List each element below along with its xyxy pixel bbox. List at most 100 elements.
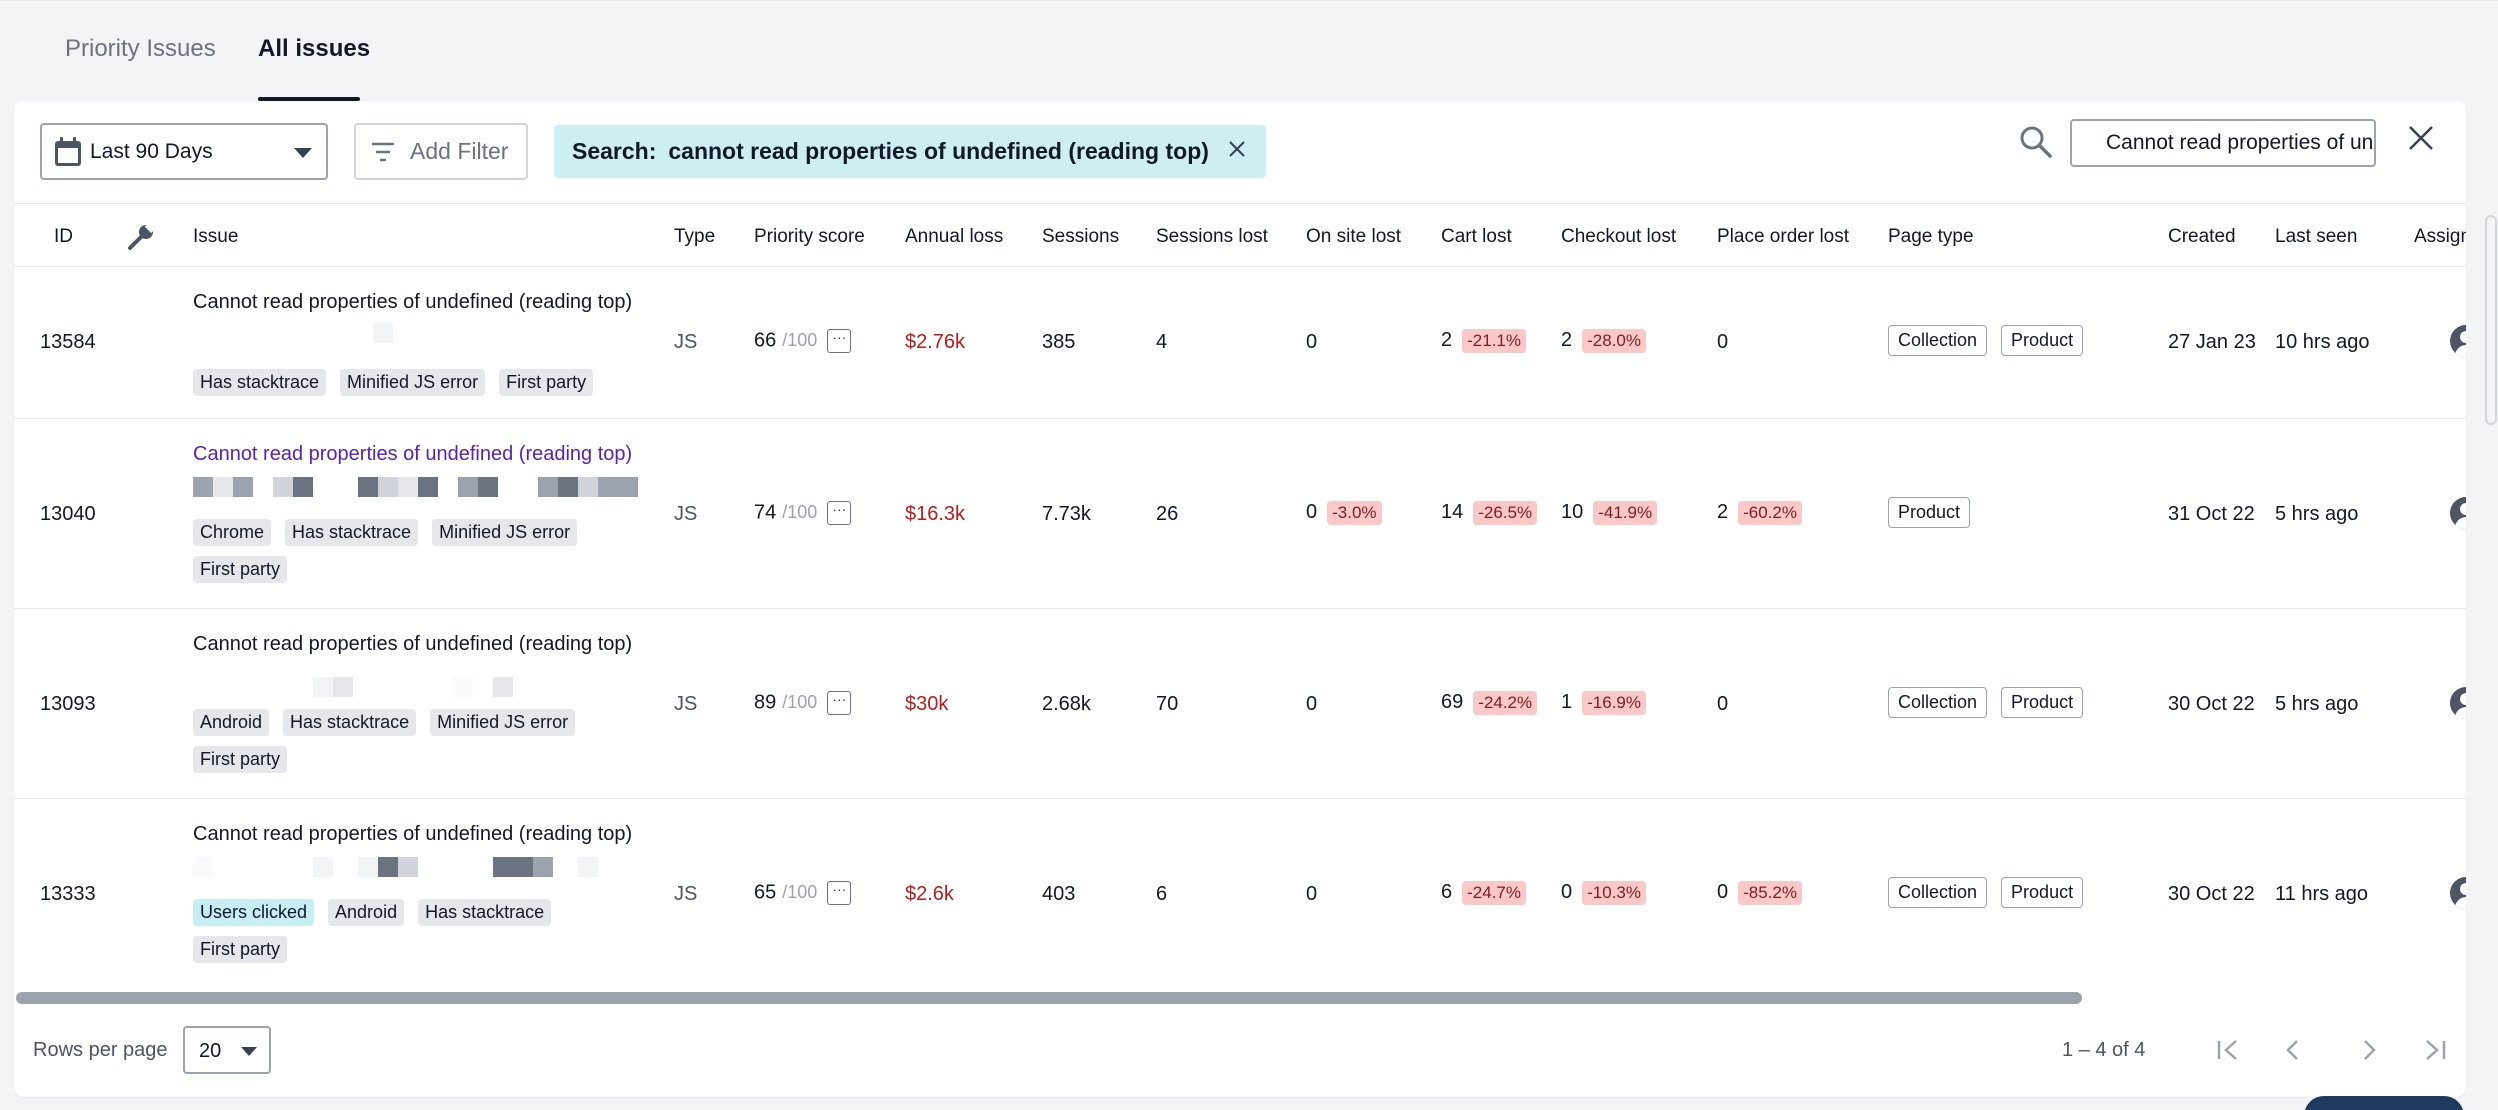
issue-title-link[interactable]: Cannot read properties of undefined (rea… xyxy=(193,443,632,466)
page-type-tag[interactable]: Collection xyxy=(1888,325,1988,356)
user-avatar-icon[interactable] xyxy=(2450,687,2466,719)
column-header-place-order-lost[interactable]: Place order lost xyxy=(1717,226,1849,248)
rows-per-page-select[interactable]: 20 xyxy=(183,1026,271,1074)
cart-lost-value: 69 xyxy=(1441,691,1464,713)
page-type-tag[interactable]: Product xyxy=(2001,687,2084,718)
issue-title-link[interactable]: Cannot read properties of undefined (rea… xyxy=(193,633,632,656)
checkout-lost-pct-badge: -16.9% xyxy=(1582,691,1646,715)
issue-tag[interactable]: First party xyxy=(193,746,288,773)
page-type-tag[interactable]: Product xyxy=(2001,325,2084,356)
page-type-tag[interactable]: Product xyxy=(1888,497,1971,528)
close-icon[interactable] xyxy=(1226,138,1248,160)
page-type-tag[interactable]: Collection xyxy=(1888,877,1988,908)
chevron-down-icon xyxy=(241,1047,257,1056)
stacktrace-preview xyxy=(193,857,653,877)
column-header-page-type[interactable]: Page type xyxy=(1888,226,1974,248)
stacktrace-preview xyxy=(193,323,653,343)
issue-tag[interactable]: Has stacktrace xyxy=(285,519,419,546)
column-header-on-site-lost[interactable]: On site lost xyxy=(1306,226,1401,248)
user-avatar-icon[interactable] xyxy=(2450,497,2466,529)
user-avatar-icon[interactable] xyxy=(2450,877,2466,909)
created-date: 30 Oct 22 xyxy=(2168,883,2255,905)
issue-id: 13093 xyxy=(40,693,96,715)
cart-lost-value: 2 xyxy=(1441,329,1453,351)
issue-tag[interactable]: Has stacktrace xyxy=(418,899,552,926)
created-date: 31 Oct 22 xyxy=(2168,503,2255,525)
issues-card: Last 90 Days Add Filter Search: cannot r… xyxy=(14,101,2466,1097)
issue-title-link[interactable]: Cannot read properties of undefined (rea… xyxy=(193,823,632,846)
prev-page-icon[interactable] xyxy=(2276,1033,2310,1067)
more-icon[interactable]: ··· xyxy=(827,881,852,905)
table-row[interactable]: 13333 Cannot read properties of undefine… xyxy=(14,799,2466,979)
page-type-tag[interactable]: Collection xyxy=(1888,687,1988,718)
add-filter-button[interactable]: Add Filter xyxy=(354,123,528,180)
column-header-assignee[interactable]: Assign xyxy=(2414,226,2466,248)
column-header-created[interactable]: Created xyxy=(2168,226,2236,248)
priority-max: /100 xyxy=(782,882,818,903)
column-header-cart-lost[interactable]: Cart lost xyxy=(1441,226,1512,248)
priority-value: 66 xyxy=(754,329,777,352)
first-page-icon[interactable] xyxy=(2212,1033,2246,1067)
page-type-tag[interactable]: Product xyxy=(2001,877,2084,908)
more-icon[interactable]: ··· xyxy=(827,501,852,525)
table-row[interactable]: 13040 Cannot read properties of undefine… xyxy=(14,419,2466,609)
checkout-lost: 0 -10.3% xyxy=(1561,881,1646,905)
issue-tag[interactable]: Has stacktrace xyxy=(193,369,327,396)
column-header-last-seen[interactable]: Last seen xyxy=(2275,226,2357,248)
search-input[interactable] xyxy=(2070,119,2376,167)
search-chip-value: cannot read properties of undefined (rea… xyxy=(668,138,1209,164)
annual-loss: $30k xyxy=(905,693,949,715)
user-avatar-icon[interactable] xyxy=(2450,325,2466,357)
wrench-icon[interactable] xyxy=(126,222,156,252)
more-icon[interactable]: ··· xyxy=(827,691,852,715)
horizontal-scrollbar[interactable] xyxy=(16,992,2082,1004)
issue-type: JS xyxy=(674,331,698,353)
issue-tag[interactable]: First party xyxy=(193,936,288,963)
tab-all-issues[interactable]: All issues xyxy=(258,35,370,63)
help-launcher-button[interactable] xyxy=(2304,1096,2464,1110)
cart-lost-pct-badge: -24.2% xyxy=(1473,691,1538,715)
close-search-icon[interactable] xyxy=(2406,123,2436,153)
cart-lost-pct-badge: -24.7% xyxy=(1462,881,1526,905)
more-icon[interactable]: ··· xyxy=(827,329,852,353)
vertical-scrollbar[interactable] xyxy=(2485,215,2497,425)
column-header-issue[interactable]: Issue xyxy=(193,226,238,248)
table-row[interactable]: 13584 Cannot read properties of undefine… xyxy=(14,267,2466,419)
issue-tag[interactable]: Minified JS error xyxy=(340,369,486,396)
issue-tag[interactable]: First party xyxy=(193,556,288,583)
cart-lost: 6 -24.7% xyxy=(1441,881,1526,905)
priority-max: /100 xyxy=(782,330,818,351)
search-icon[interactable] xyxy=(2019,125,2053,159)
issue-tag[interactable]: Minified JS error xyxy=(430,709,576,736)
issue-tag[interactable]: Android xyxy=(328,899,405,926)
sessions-lost: 70 xyxy=(1156,693,1179,715)
issue-tag[interactable]: Minified JS error xyxy=(432,519,578,546)
sessions: 2.68k xyxy=(1042,693,1091,715)
column-header-checkout-lost[interactable]: Checkout lost xyxy=(1561,226,1676,248)
issue-tag[interactable]: Users clicked xyxy=(193,899,315,926)
column-header-id[interactable]: ID xyxy=(54,226,73,248)
column-header-sessions-lost[interactable]: Sessions lost xyxy=(1156,226,1268,248)
column-header-type[interactable]: Type xyxy=(674,226,715,248)
column-header-priority[interactable]: Priority score xyxy=(754,226,865,248)
issue-tag[interactable]: Has stacktrace xyxy=(283,709,417,736)
next-page-icon[interactable] xyxy=(2352,1033,2386,1067)
date-range-select[interactable]: Last 90 Days xyxy=(40,123,328,180)
checkout-lost-value: 1 xyxy=(1561,691,1573,713)
search-filter-chip: Search: cannot read properties of undefi… xyxy=(554,125,1266,178)
last-page-icon[interactable] xyxy=(2417,1033,2451,1067)
checkout-lost-pct-badge: -28.0% xyxy=(1582,329,1646,353)
issue-tag[interactable]: Android xyxy=(193,709,270,736)
table-row[interactable]: 13093 Cannot read properties of undefine… xyxy=(14,609,2466,799)
column-header-sessions[interactable]: Sessions xyxy=(1042,226,1119,248)
sessions-lost: 26 xyxy=(1156,503,1179,525)
priority-max: /100 xyxy=(782,692,818,713)
place-order-lost: 0 xyxy=(1717,331,1729,353)
priority-value: 74 xyxy=(754,501,777,524)
issue-title-link[interactable]: Cannot read properties of undefined (rea… xyxy=(193,291,632,314)
issue-tag[interactable]: First party xyxy=(499,369,594,396)
tab-priority-issues[interactable]: Priority Issues xyxy=(65,35,216,63)
priority-score: 65/100 ··· xyxy=(754,881,852,905)
issue-tag[interactable]: Chrome xyxy=(193,519,272,546)
column-header-annual-loss[interactable]: Annual loss xyxy=(905,226,1003,248)
